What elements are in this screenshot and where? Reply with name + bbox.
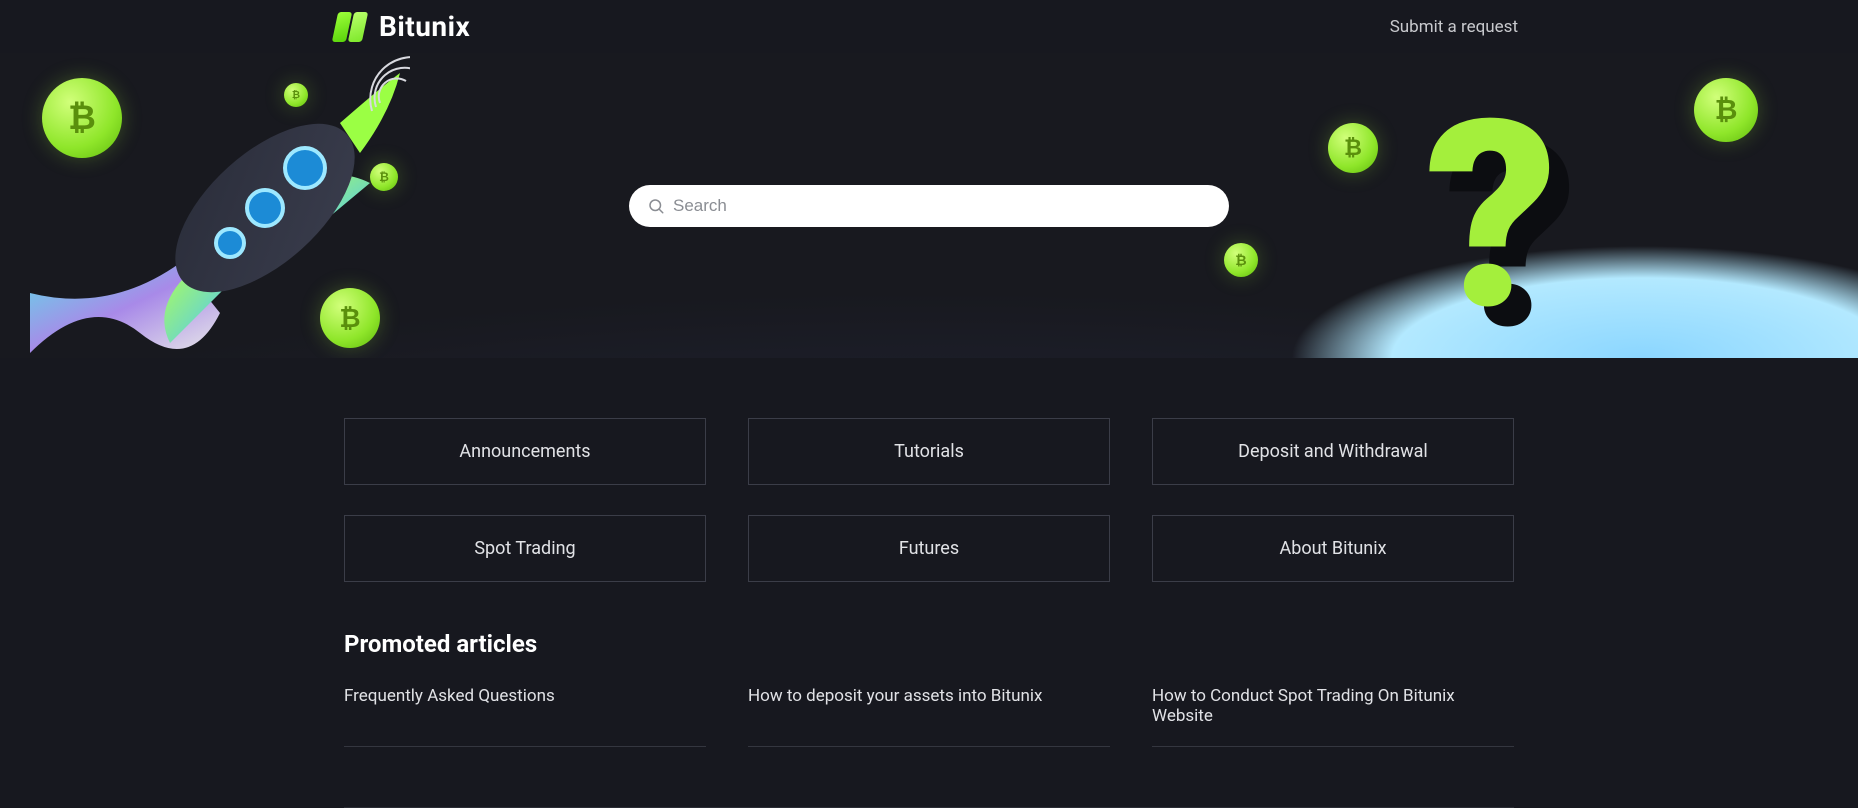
bitcoin-coin-icon bbox=[1694, 78, 1758, 142]
bitcoin-coin-icon bbox=[370, 163, 398, 191]
header-right: Submit a request bbox=[1390, 17, 1818, 37]
logo[interactable]: Bitunix bbox=[335, 10, 470, 43]
category-label: Futures bbox=[899, 538, 959, 559]
bitcoin-coin-icon bbox=[42, 78, 122, 158]
category-label: Tutorials bbox=[894, 441, 964, 462]
logo-text: Bitunix bbox=[379, 10, 470, 43]
category-spot-trading[interactable]: Spot Trading bbox=[344, 515, 706, 582]
search-bar[interactable] bbox=[629, 185, 1229, 227]
category-label: Deposit and Withdrawal bbox=[1238, 441, 1428, 462]
header: Bitunix Submit a request bbox=[0, 0, 1858, 53]
category-label: About Bitunix bbox=[1279, 538, 1386, 559]
bitcoin-coin-icon bbox=[1328, 123, 1378, 173]
category-label: Spot Trading bbox=[474, 538, 575, 559]
article-title: How to deposit your assets into Bitunix bbox=[748, 686, 1042, 706]
category-tutorials[interactable]: Tutorials bbox=[748, 418, 1110, 485]
bitcoin-coin-icon bbox=[284, 83, 308, 107]
bitcoin-coin-icon bbox=[320, 288, 380, 348]
search-input[interactable] bbox=[673, 196, 1211, 216]
promoted-articles-title: Promoted articles bbox=[344, 630, 1514, 658]
hero-banner: ? bbox=[0, 53, 1858, 358]
article-title: How to Conduct Spot Trading On Bitunix W… bbox=[1152, 686, 1455, 726]
category-announcements[interactable]: Announcements bbox=[344, 418, 706, 485]
header-left: Bitunix bbox=[0, 10, 470, 43]
category-label: Announcements bbox=[459, 441, 590, 462]
question-mark-illustration: ? bbox=[1425, 113, 1558, 321]
article-link[interactable]: How to Conduct Spot Trading On Bitunix W… bbox=[1152, 686, 1514, 747]
logo-mark-icon bbox=[335, 12, 371, 42]
category-futures[interactable]: Futures bbox=[748, 515, 1110, 582]
article-link[interactable]: Frequently Asked Questions bbox=[344, 686, 706, 747]
category-about-bitunix[interactable]: About Bitunix bbox=[1152, 515, 1514, 582]
search-icon bbox=[647, 197, 665, 215]
category-deposit-withdrawal[interactable]: Deposit and Withdrawal bbox=[1152, 418, 1514, 485]
article-link[interactable]: How to deposit your assets into Bitunix bbox=[748, 686, 1110, 747]
main-content: Announcements Tutorials Deposit and With… bbox=[344, 418, 1514, 808]
category-grid: Announcements Tutorials Deposit and With… bbox=[344, 418, 1514, 582]
submit-request-link[interactable]: Submit a request bbox=[1390, 17, 1518, 37]
article-title: Frequently Asked Questions bbox=[344, 686, 555, 706]
promoted-article-grid: Frequently Asked Questions How to deposi… bbox=[344, 686, 1514, 747]
